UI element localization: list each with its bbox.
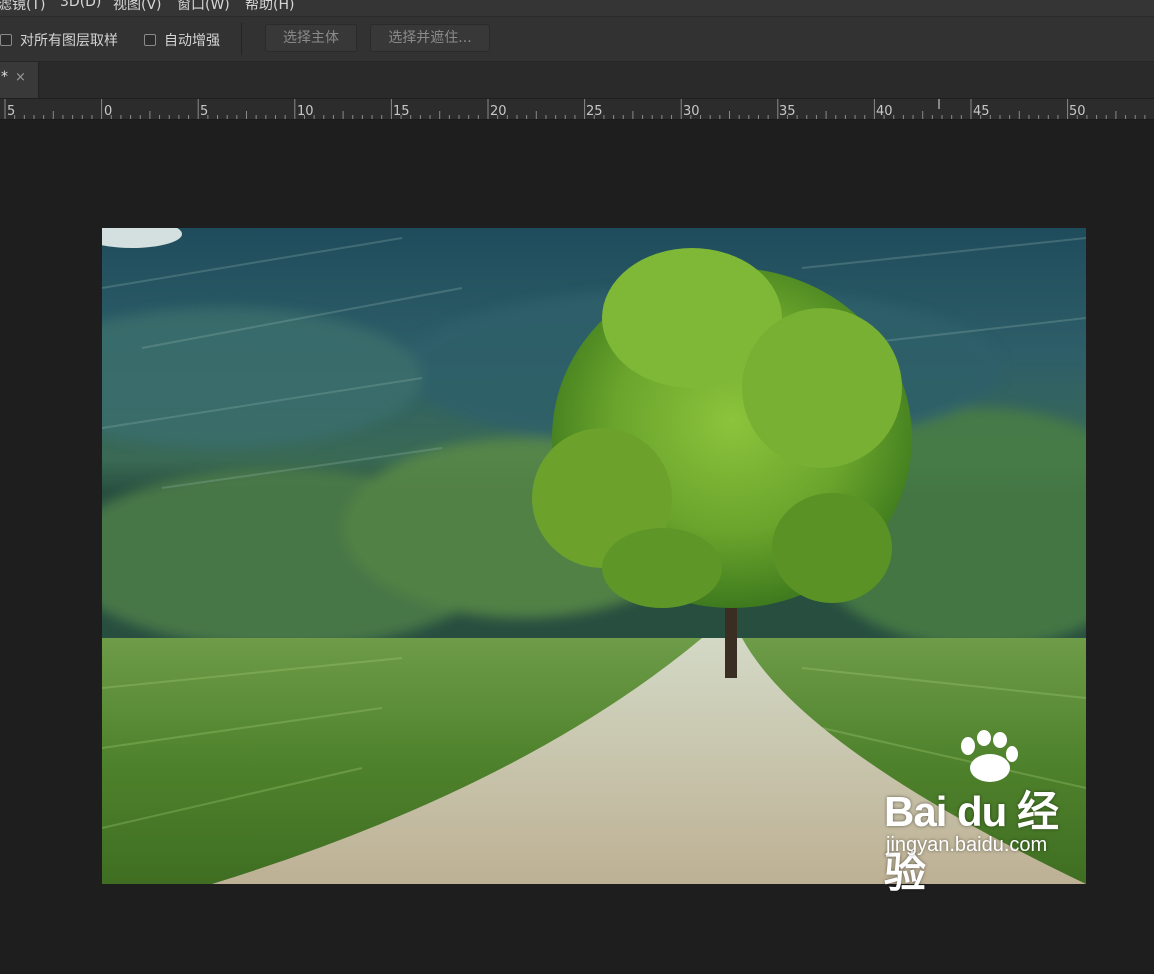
menu-window[interactable]: 窗口(W) bbox=[177, 0, 230, 14]
checkbox-box[interactable] bbox=[144, 34, 156, 46]
toolbar-divider bbox=[241, 23, 242, 55]
sample-all-layers-label: 对所有图层取样 bbox=[20, 33, 118, 49]
document-tab[interactable]: * × bbox=[0, 62, 39, 98]
checkbox-box[interactable] bbox=[0, 34, 12, 46]
menu-3d[interactable]: 3D(D) bbox=[60, 0, 101, 10]
ruler-label: 45 bbox=[973, 104, 990, 119]
ruler-label: 35 bbox=[779, 104, 796, 119]
close-icon[interactable]: × bbox=[15, 70, 26, 85]
ruler-svg: 5 0 5 10 15 20 25 30 35 40 45 50 bbox=[4, 99, 1146, 119]
auto-enhance-checkbox[interactable]: 自动增强 bbox=[144, 31, 220, 49]
ruler-label: 0 bbox=[104, 104, 112, 119]
ruler-label: 15 bbox=[393, 104, 410, 119]
ruler-label: 20 bbox=[490, 104, 507, 119]
watermark-url: jingyan.baidu.com bbox=[886, 834, 1048, 856]
watermark: Bai du 经验 jingyan.baidu.com bbox=[884, 730, 1094, 896]
options-bar: 对所有图层取样 自动增强 选择主体 选择并遮住... bbox=[0, 17, 1154, 62]
ruler-label: 10 bbox=[297, 104, 314, 119]
ruler-label: 40 bbox=[876, 104, 893, 119]
auto-enhance-label: 自动增强 bbox=[164, 33, 220, 49]
ruler-label: 50 bbox=[1069, 104, 1086, 119]
modified-indicator: * bbox=[1, 69, 8, 85]
ruler-label: 25 bbox=[586, 104, 603, 119]
ruler-label: 5 bbox=[200, 104, 208, 119]
menu-help[interactable]: 帮助(H) bbox=[245, 0, 294, 14]
menu-bar: 滤镜(T) 3D(D) 视图(V) 窗口(W) 帮助(H) bbox=[0, 0, 1154, 17]
ruler-label: 5 bbox=[7, 104, 15, 119]
ruler-label: 30 bbox=[683, 104, 700, 119]
select-and-mask-button[interactable]: 选择并遮住... bbox=[370, 24, 490, 52]
document-tab-bar: * × bbox=[0, 62, 1154, 99]
menu-view[interactable]: 视图(V) bbox=[113, 0, 162, 14]
horizontal-ruler[interactable]: 5 0 5 10 15 20 25 30 35 40 45 50 bbox=[0, 99, 1154, 120]
sample-all-layers-checkbox[interactable]: 对所有图层取样 bbox=[0, 31, 118, 49]
select-subject-button[interactable]: 选择主体 bbox=[265, 24, 357, 52]
menu-filter[interactable]: 滤镜(T) bbox=[0, 0, 45, 14]
